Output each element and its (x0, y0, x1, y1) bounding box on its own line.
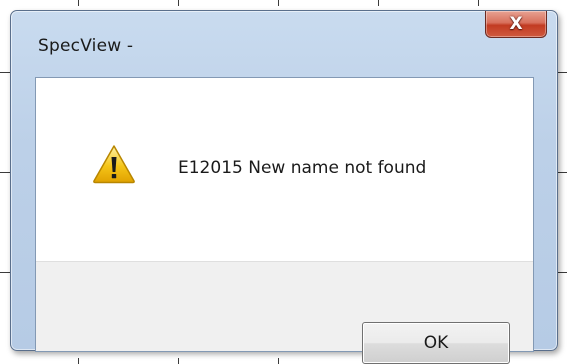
background-grid-tick (278, 358, 279, 364)
button-area: OK (36, 261, 533, 364)
background-grid-tick (478, 0, 479, 6)
background-grid-tick (378, 0, 379, 6)
window-title: SpecView - (38, 36, 134, 56)
warning-icon (93, 145, 135, 184)
close-button[interactable]: X (485, 11, 547, 38)
background-grid-tick (178, 0, 179, 6)
background-grid-tick (278, 0, 279, 6)
message-area: E12015 New name not found (36, 78, 533, 261)
close-icon: X (509, 13, 523, 34)
dialog-body: E12015 New name not found OK (35, 77, 534, 364)
error-dialog-window: SpecView - X E12015 New name not found O… (10, 10, 558, 364)
background-grid-tick (78, 358, 79, 364)
title-bar[interactable]: SpecView - X (11, 11, 557, 77)
background-grid-tick (78, 0, 79, 6)
background-grid-tick (178, 358, 179, 364)
error-message: E12015 New name not found (178, 158, 427, 178)
ok-button[interactable]: OK (362, 322, 510, 364)
